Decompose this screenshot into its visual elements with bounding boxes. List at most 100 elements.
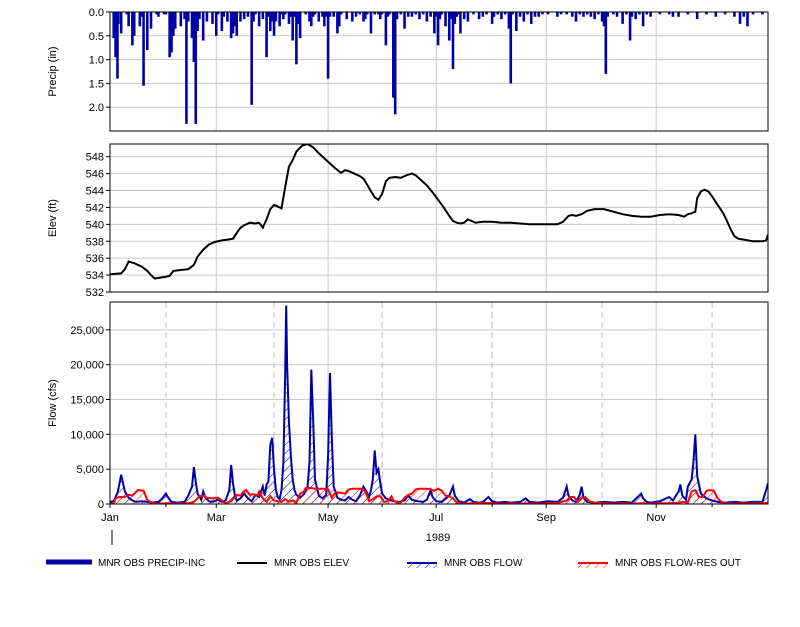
precip-bar bbox=[403, 12, 406, 29]
legend: MNR OBS PRECIP-INC MNR OBS ELEV MNR OBS … bbox=[46, 558, 741, 569]
precip-bar bbox=[589, 12, 593, 17]
flow-grid bbox=[110, 302, 768, 504]
elev-tick-label-2: 536 bbox=[86, 253, 104, 265]
precip-bar bbox=[533, 12, 537, 17]
precip-bar bbox=[677, 12, 680, 17]
elev-tick-label-5: 542 bbox=[86, 202, 104, 214]
precip-bar bbox=[738, 12, 742, 24]
flow-y-ticks: 0 5,000 10,000 15,000 20,000 25,000 bbox=[70, 325, 110, 511]
legend-item-flow: MNR OBS FLOW bbox=[407, 558, 523, 569]
precip-bar bbox=[242, 12, 246, 20]
precip-bar bbox=[317, 12, 321, 22]
flow-series-line bbox=[110, 305, 768, 504]
precip-bar bbox=[351, 12, 354, 22]
flow-x-tick-label-0: Jan bbox=[101, 512, 119, 524]
precip-bar bbox=[328, 12, 332, 17]
precip-bar bbox=[606, 12, 609, 17]
precip-tick-label-2: 1.0 bbox=[89, 55, 104, 67]
precip-bar bbox=[582, 12, 585, 17]
precip-bar bbox=[132, 12, 136, 36]
legend-label-flow: MNR OBS FLOW bbox=[444, 558, 523, 569]
flow-frame bbox=[109, 301, 769, 505]
flow-tick-label-0: 0 bbox=[98, 499, 104, 511]
legend-item-res-out: MNR OBS FLOW-RES OUT bbox=[578, 558, 741, 569]
precip-y-label: Precip (in) bbox=[47, 46, 59, 96]
precip-bar bbox=[222, 12, 226, 17]
year-label: 1989 bbox=[426, 532, 450, 544]
flow-tick-label-3: 15,000 bbox=[70, 395, 104, 407]
precip-bar bbox=[211, 12, 214, 24]
elev-tick-label-6: 544 bbox=[86, 186, 104, 198]
precip-bar bbox=[205, 12, 209, 22]
precip-bar bbox=[746, 12, 749, 27]
precip-bar bbox=[462, 12, 466, 20]
precip-tick-label-0: 0.0 bbox=[89, 7, 104, 19]
precip-bar bbox=[354, 12, 358, 17]
legend-label-res-out: MNR OBS FLOW-RES OUT bbox=[615, 558, 741, 569]
precip-bar bbox=[179, 12, 183, 27]
precip-bar bbox=[574, 12, 578, 22]
precip-bar bbox=[410, 12, 414, 17]
precip-bar bbox=[326, 12, 330, 79]
precip-bar bbox=[615, 12, 619, 17]
precip-bar bbox=[649, 12, 652, 17]
legend-label-precip: MNR OBS PRECIP-INC bbox=[98, 558, 205, 569]
precip-bar bbox=[149, 12, 153, 29]
elev-panel: 532 534 536 538 540 542 544 546 548 Elev (ft) bbox=[47, 143, 769, 299]
precip-bar bbox=[733, 12, 736, 17]
precip-bar bbox=[173, 12, 177, 29]
elev-frame bbox=[109, 143, 769, 293]
flow-x-ticks: Jan Mar May Jul Sep Nov bbox=[101, 504, 713, 524]
precip-bar bbox=[481, 12, 485, 17]
precip-bar bbox=[671, 12, 675, 17]
legend-label-elev: MNR OBS ELEV bbox=[274, 558, 349, 569]
precip-bar bbox=[509, 12, 513, 84]
precip-bar bbox=[570, 12, 574, 17]
precip-bar bbox=[369, 12, 373, 34]
precip-bar bbox=[406, 12, 410, 17]
precip-bar bbox=[418, 12, 421, 20]
precip-panel: 0.0 0.5 1.0 1.5 2.0 Precip (in) bbox=[47, 7, 794, 132]
precip-bar bbox=[395, 12, 399, 20]
flow-y-label: Flow (cfs) bbox=[47, 379, 59, 427]
precip-bar bbox=[186, 12, 190, 22]
precip-tick-label-3: 1.5 bbox=[89, 78, 104, 90]
precip-bar bbox=[776, 12, 779, 14]
flow-tick-label-4: 20,000 bbox=[70, 360, 104, 372]
precip-bar bbox=[265, 12, 268, 58]
precip-bar bbox=[261, 12, 265, 20]
precip-bar bbox=[770, 12, 773, 22]
precip-bar bbox=[239, 12, 242, 22]
precip-bar bbox=[604, 12, 608, 74]
precip-bar bbox=[145, 12, 149, 51]
precip-bar bbox=[226, 12, 229, 22]
elev-tick-label-4: 540 bbox=[86, 219, 104, 231]
precip-bar bbox=[332, 12, 335, 17]
precip-bar bbox=[444, 12, 447, 27]
precip-bar bbox=[157, 12, 160, 17]
flow-x-tick-label-5: Nov bbox=[646, 512, 666, 524]
flow-panel: 0 5,000 10,000 15,000 20,000 25,000 Jan Mar May… bbox=[47, 301, 769, 545]
precip-bar bbox=[529, 12, 533, 24]
flow-tick-label-5: 25,000 bbox=[70, 325, 104, 337]
legend-item-elev: MNR OBS ELEV bbox=[237, 558, 349, 569]
flow-tick-label-1: 5,000 bbox=[76, 464, 104, 476]
precip-bar bbox=[621, 12, 624, 24]
flow-x-tick-label-4: Sep bbox=[536, 512, 556, 524]
precip-bar bbox=[429, 12, 432, 17]
precip-bar bbox=[742, 12, 746, 17]
elev-tick-label-1: 534 bbox=[86, 270, 104, 282]
flow-tick-label-2: 10,000 bbox=[70, 429, 104, 441]
precip-bar bbox=[235, 12, 239, 36]
precip-bar bbox=[791, 12, 794, 17]
precip-bar bbox=[257, 12, 261, 27]
precip-bar bbox=[384, 12, 388, 46]
precip-bar bbox=[714, 12, 718, 17]
precip-bar bbox=[477, 12, 481, 20]
precip-bar bbox=[537, 12, 541, 17]
precip-bar bbox=[345, 12, 349, 20]
elev-tick-label-0: 532 bbox=[86, 287, 104, 299]
precip-bar bbox=[492, 12, 496, 17]
elev-tick-label-3: 538 bbox=[86, 236, 104, 248]
precip-tick-label-1: 0.5 bbox=[89, 31, 104, 43]
